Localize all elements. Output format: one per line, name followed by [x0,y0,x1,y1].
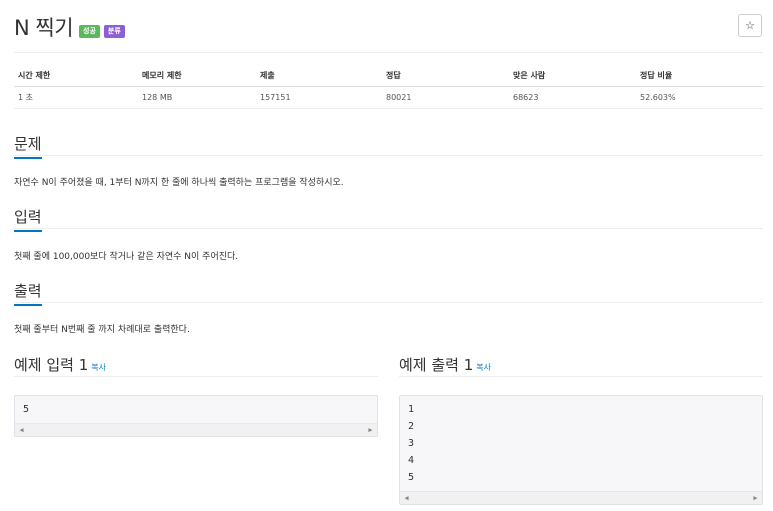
sample-input-lines: 5 [15,396,377,423]
header-memory-limit: 메모리 제한 [138,66,256,87]
sample-output-line: 3 [408,438,415,449]
success-badge[interactable]: 성공 [79,24,100,38]
sample-output-header: 예제 출력 1 복사 [399,355,763,377]
sample-output-heading: 예제 출력 1 [399,356,474,374]
star-icon[interactable]: ☆ [738,14,762,37]
problem-info-table: 시간 제한 메모리 제한 제출 정답 맞은 사람 정답 비율 1 초 128 M… [14,66,763,109]
input-description: 첫째 줄에 100,000보다 작거나 같은 자연수 N이 주어진다. [14,252,239,262]
sample-input-box[interactable]: 5 ◀ ▶ [14,395,378,437]
problem-heading: 문제 [14,136,42,159]
cell-solvers: 68623 [509,86,636,109]
problem-title-row: N 찍기 성공 분류 [14,14,125,40]
header-ratio: 정답 비율 [636,66,763,87]
table-header-row: 시간 제한 메모리 제한 제출 정답 맞은 사람 정답 비율 [14,66,763,87]
cell-ratio: 52.603% [636,86,763,109]
header-solvers: 맞은 사람 [509,66,636,87]
title-divider [14,52,763,53]
sample-output-lines: 1 2 3 4 5 [400,396,762,491]
problem-section-header: 문제 [14,134,763,159]
scroll-right-icon[interactable]: ▶ [749,492,762,504]
problem-title: N 찍기 [14,16,74,40]
cell-memory-limit: 128 MB [138,86,256,109]
category-badge[interactable]: 분류 [103,24,125,38]
sample-output-line: 4 [408,455,415,466]
output-description: 첫째 줄부터 N번째 줄 까지 차례대로 출력한다. [14,325,190,335]
cell-submissions: 157151 [256,86,382,109]
sample-output-line: 2 [408,421,415,432]
header-submissions: 제출 [256,66,382,87]
horizontal-scrollbar[interactable]: ◀ ▶ [400,491,762,504]
scroll-right-icon[interactable]: ▶ [364,424,377,436]
output-heading: 출력 [14,283,42,306]
sample-input-heading: 예제 입력 1 [14,356,89,374]
sample-output-line: 5 [408,472,415,483]
input-heading: 입력 [14,209,42,232]
cell-accepted: 80021 [382,86,509,109]
header-time-limit: 시간 제한 [14,66,138,87]
header-accepted: 정답 [382,66,509,87]
sample-output-copy-button[interactable]: 복사 [476,363,491,372]
table-row: 1 초 128 MB 157151 80021 68623 52.603% [14,86,763,109]
sample-input-line: 5 [23,404,30,415]
input-section-header: 입력 [14,207,763,232]
sample-output-line: 1 [408,404,415,415]
sample-input-header: 예제 입력 1 복사 [14,355,378,377]
horizontal-scrollbar[interactable]: ◀ ▶ [15,423,377,436]
output-section-header: 출력 [14,281,763,306]
sample-input-copy-button[interactable]: 복사 [91,363,106,372]
sample-output-box[interactable]: 1 2 3 4 5 ◀ ▶ [399,395,763,505]
problem-description: 자연수 N이 주어졌을 때, 1부터 N까지 한 줄에 하나씩 출력하는 프로그… [14,178,344,188]
scroll-left-icon[interactable]: ◀ [400,492,413,504]
scroll-left-icon[interactable]: ◀ [15,424,28,436]
cell-time-limit: 1 초 [14,86,138,109]
